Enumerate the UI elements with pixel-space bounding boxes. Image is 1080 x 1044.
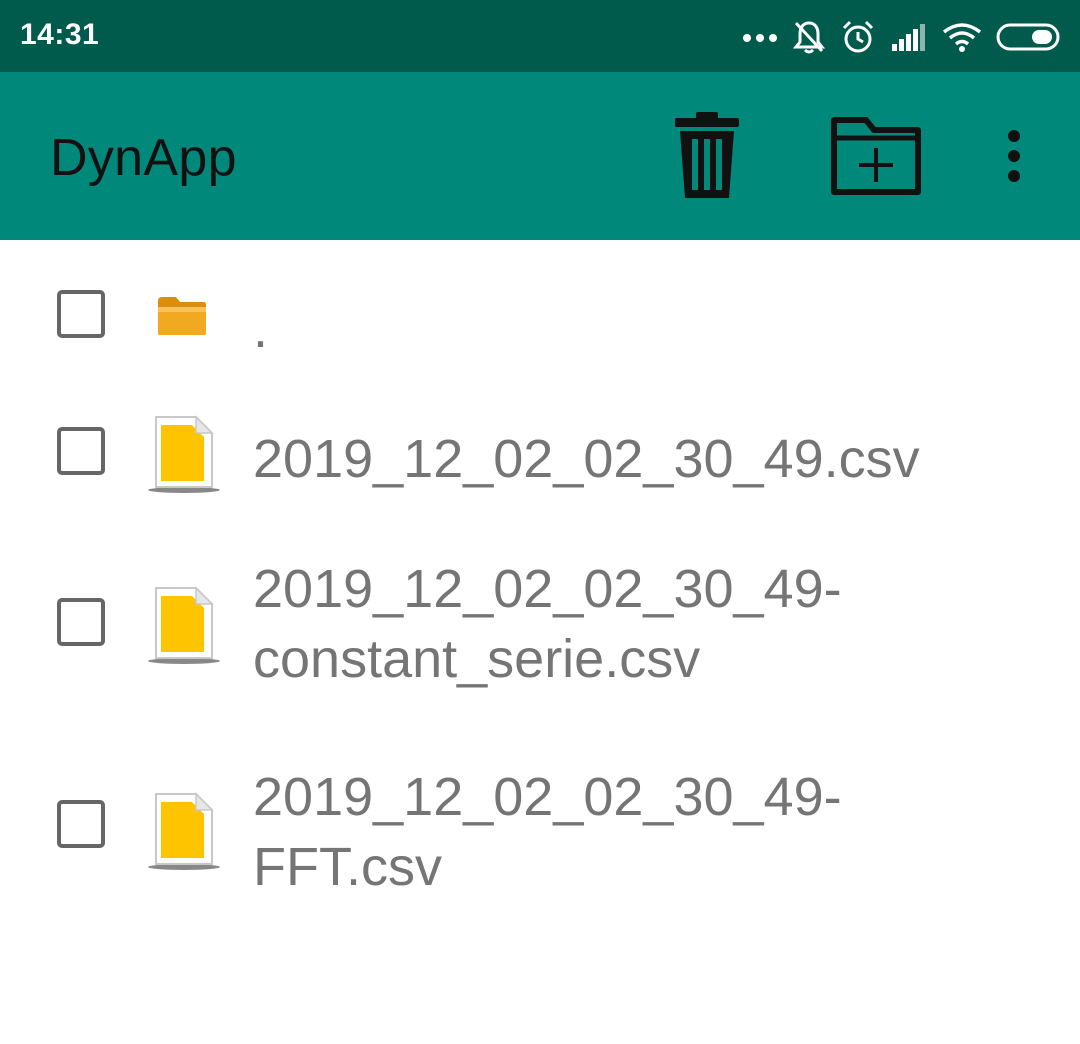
file-name: 2019_12_02_02_30_49- FFT.csv [253,767,842,897]
delete-button[interactable] [672,112,742,200]
item-checkbox[interactable] [57,800,105,848]
status-icons [742,14,1062,60]
app-bar: DynApp [0,72,1080,240]
list-item[interactable]: 2019_12_02_02_30_49.csv [0,380,1080,520]
file-icon [146,584,222,671]
new-folder-icon [830,116,922,196]
file-name: 2019_12_02_02_30_49- constant_serie.csv [253,559,842,689]
new-folder-button[interactable] [830,116,922,196]
status-bar: 14:31 [0,0,1080,72]
list-item[interactable]: . [0,240,1080,380]
item-checkbox[interactable] [57,598,105,646]
wifi-icon [942,21,982,53]
file-name: . [253,299,269,359]
list-item[interactable]: 2019_12_02_02_30_49- constant_serie.csv [0,520,1080,720]
list-item[interactable]: 2019_12_02_02_30_49- FFT.csv [0,720,1080,920]
bell-muted-icon [792,19,826,55]
alarm-clock-icon [840,19,876,55]
item-checkbox[interactable] [57,290,105,338]
file-icon [146,790,222,877]
trash-icon [672,112,742,200]
status-time: 14:31 [20,18,100,51]
more-dots-icon [742,31,778,43]
app-title: DynApp [50,129,237,187]
item-checkbox[interactable] [57,427,105,475]
folder-icon [156,295,208,342]
file-name: 2019_12_02_02_30_49.csv [253,429,920,489]
overflow-menu-icon [998,130,1030,182]
file-icon [146,413,222,500]
signal-bars-icon [890,22,928,52]
battery-icon [996,22,1062,52]
overflow-menu-button[interactable] [998,130,1030,182]
